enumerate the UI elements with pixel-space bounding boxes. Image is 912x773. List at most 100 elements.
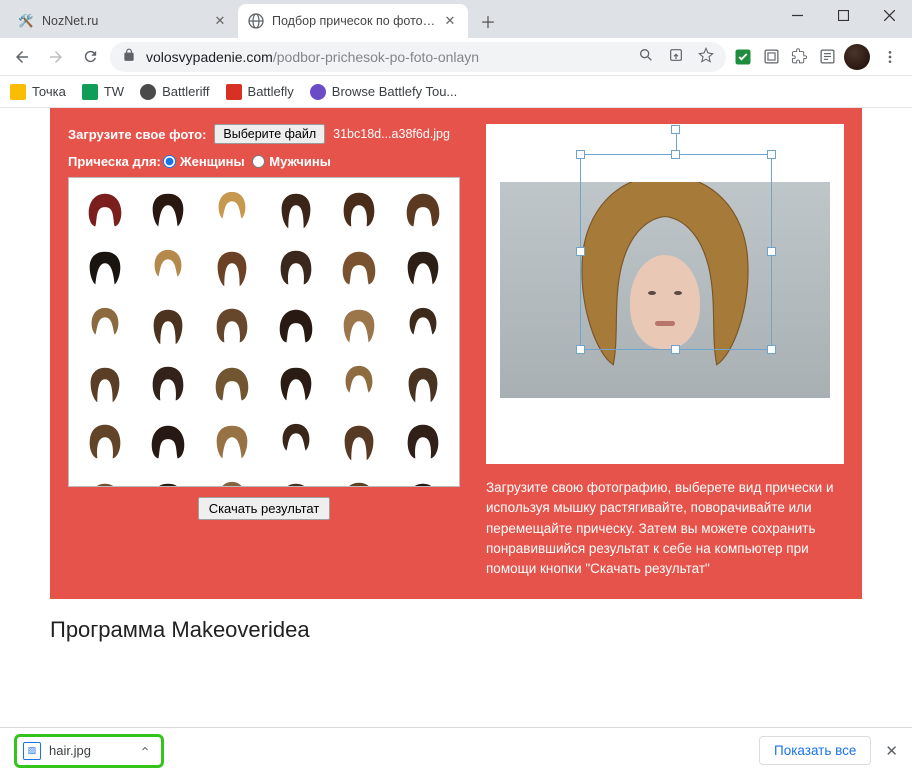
lock-icon — [122, 48, 136, 65]
hairstyle-thumbnail[interactable] — [202, 300, 262, 354]
forward-button[interactable] — [42, 43, 70, 71]
gender-male-radio[interactable] — [252, 155, 265, 168]
hairstyle-thumbnail[interactable] — [266, 184, 326, 238]
profile-avatar[interactable] — [844, 44, 870, 70]
resize-handle[interactable] — [576, 150, 585, 159]
resize-handle[interactable] — [671, 150, 680, 159]
resize-handle[interactable] — [767, 247, 776, 256]
hairstyle-thumbnail[interactable] — [139, 242, 199, 296]
url-text: volosvypadenie.com/podbor-prichesok-po-f… — [146, 49, 479, 65]
rotate-handle[interactable] — [671, 125, 680, 134]
minimize-button[interactable] — [774, 0, 820, 30]
hairstyle-thumbnail[interactable] — [266, 474, 326, 487]
preview-canvas[interactable] — [486, 124, 844, 464]
download-item[interactable]: ▨ hair.jpg — [14, 734, 164, 768]
uploaded-filename: 31bc18d...a38f6d.jpg — [333, 127, 450, 141]
hairstyle-thumbnail[interactable] — [139, 416, 199, 470]
hairstyle-thumbnail[interactable] — [139, 474, 199, 487]
resize-handle[interactable] — [767, 345, 776, 354]
bookmark-item[interactable]: Battlefly — [226, 84, 294, 100]
extension-icon[interactable] — [760, 46, 782, 68]
bookmark-item[interactable]: TW — [82, 84, 124, 100]
browser-tabs: 🛠️ NozNet.ru ✕ Подбор причесок по фото о… — [8, 4, 506, 38]
hairstyle-thumbnail[interactable] — [75, 184, 135, 238]
hairstyle-thumbnail[interactable] — [75, 416, 135, 470]
downloads-shelf: ▨ hair.jpg Показать все ✕ — [0, 727, 912, 773]
bookmark-item[interactable]: Battleriff — [140, 84, 209, 100]
browser-toolbar: volosvypadenie.com/podbor-prichesok-po-f… — [0, 38, 912, 76]
close-icon[interactable]: ✕ — [212, 13, 228, 29]
hairstyle-thumbnail[interactable] — [139, 184, 199, 238]
download-result-button[interactable]: Скачать результат — [198, 497, 331, 520]
resize-handle[interactable] — [576, 345, 585, 354]
gender-female-label: Женщины — [180, 154, 245, 169]
gender-label: Прическа для: — [68, 154, 161, 169]
hairstyle-thumbnail[interactable] — [393, 474, 453, 487]
resize-handle[interactable] — [576, 247, 585, 256]
hairstyle-thumbnail[interactable] — [202, 416, 262, 470]
browser-tab-active[interactable]: Подбор причесок по фото онла ✕ — [238, 4, 468, 38]
hairstyle-thumbnail[interactable] — [330, 358, 390, 412]
hairstyle-thumbnail[interactable] — [266, 242, 326, 296]
browser-titlebar: 🛠️ NozNet.ru ✕ Подбор причесок по фото о… — [0, 0, 912, 38]
gender-selector: Прическа для: Женщины Мужчины — [68, 154, 460, 169]
hairstyle-thumbnail[interactable] — [75, 300, 135, 354]
bookmark-star-icon[interactable] — [698, 47, 714, 66]
hairstyle-thumbnail[interactable] — [330, 474, 390, 487]
section-heading: Программа Makeoveridea — [50, 617, 862, 643]
hairstyle-thumbnail[interactable] — [393, 358, 453, 412]
hairstyle-thumbnail[interactable] — [202, 474, 262, 487]
chevron-up-icon[interactable] — [139, 743, 151, 758]
hairstyle-thumbnail[interactable] — [393, 416, 453, 470]
close-shelf-button[interactable]: ✕ — [885, 742, 898, 760]
selection-box[interactable] — [580, 154, 772, 350]
hairstyle-thumbnail[interactable] — [393, 184, 453, 238]
hairstyle-thumbnail[interactable] — [266, 300, 326, 354]
upload-label: Загрузите свое фото: — [68, 127, 206, 142]
gender-female-radio[interactable] — [163, 155, 176, 168]
resize-handle[interactable] — [671, 345, 680, 354]
bookmark-item[interactable]: Точка — [10, 84, 66, 100]
tab-title: Подбор причесок по фото онла — [272, 14, 436, 28]
image-file-icon: ▨ — [23, 742, 41, 760]
reload-button[interactable] — [76, 43, 104, 71]
hairstyle-thumbnail[interactable] — [393, 242, 453, 296]
hairstyle-thumbnail[interactable] — [330, 242, 390, 296]
close-icon[interactable]: ✕ — [442, 13, 458, 29]
hairstyle-thumbnail[interactable] — [75, 358, 135, 412]
hairstyle-thumbnail[interactable] — [330, 300, 390, 354]
window-buttons — [774, 0, 912, 30]
hairstyle-thumbnail[interactable] — [202, 184, 262, 238]
hairstyle-thumbnail[interactable] — [202, 358, 262, 412]
browser-tab[interactable]: 🛠️ NozNet.ru ✕ — [8, 4, 238, 38]
address-bar[interactable]: volosvypadenie.com/podbor-prichesok-po-f… — [110, 42, 726, 72]
hairstyle-thumbnail[interactable] — [139, 300, 199, 354]
download-filename: hair.jpg — [49, 743, 91, 758]
chrome-menu-button[interactable] — [876, 43, 904, 71]
wrench-icon: 🛠️ — [18, 13, 34, 29]
extensions-puzzle-icon[interactable] — [788, 46, 810, 68]
extension-checkmark-icon[interactable] — [732, 46, 754, 68]
hairstyle-thumbnail[interactable] — [202, 242, 262, 296]
hairstyle-thumbnail[interactable] — [139, 358, 199, 412]
back-button[interactable] — [8, 43, 36, 71]
reading-list-icon[interactable] — [816, 46, 838, 68]
search-site-icon[interactable] — [638, 47, 654, 66]
hairstyle-gallery[interactable] — [68, 177, 460, 487]
new-tab-button[interactable]: ＋ — [474, 7, 502, 35]
hairstyle-thumbnail[interactable] — [266, 416, 326, 470]
resize-handle[interactable] — [767, 150, 776, 159]
hairstyle-thumbnail[interactable] — [75, 242, 135, 296]
hairstyle-thumbnail[interactable] — [330, 416, 390, 470]
hairstyle-thumbnail[interactable] — [330, 184, 390, 238]
hairstyle-thumbnail[interactable] — [393, 300, 453, 354]
tab-title: NozNet.ru — [42, 14, 206, 28]
show-all-downloads-button[interactable]: Показать все — [759, 736, 871, 765]
choose-file-button[interactable]: Выберите файл — [214, 124, 325, 144]
bookmark-item[interactable]: Browse Battlefy Tou... — [310, 84, 458, 100]
hairstyle-thumbnail[interactable] — [75, 474, 135, 487]
close-window-button[interactable] — [866, 0, 912, 30]
maximize-button[interactable] — [820, 0, 866, 30]
hairstyle-thumbnail[interactable] — [266, 358, 326, 412]
share-icon[interactable] — [668, 47, 684, 66]
